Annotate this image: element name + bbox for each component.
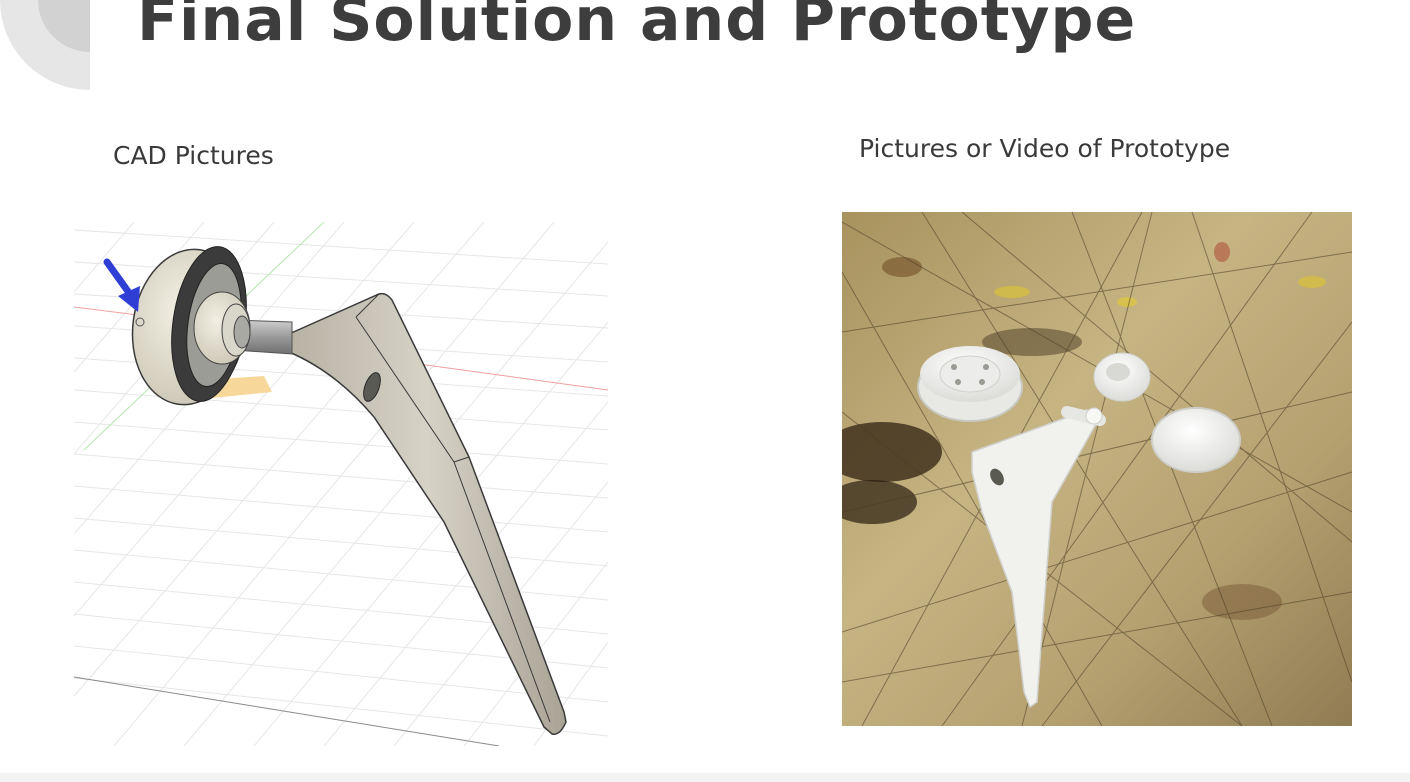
bottom-bar	[0, 773, 1410, 782]
prototype-photo	[842, 212, 1352, 726]
corner-decoration	[0, 0, 90, 90]
cad-caption: CAD Pictures	[113, 141, 274, 170]
cad-image	[74, 222, 608, 746]
prototype-caption: Pictures or Video of Prototype	[859, 134, 1231, 163]
slide: Final Solution and Prototype CAD Picture…	[0, 0, 1410, 782]
slide-title: Final Solution and Prototype	[137, 0, 1137, 55]
